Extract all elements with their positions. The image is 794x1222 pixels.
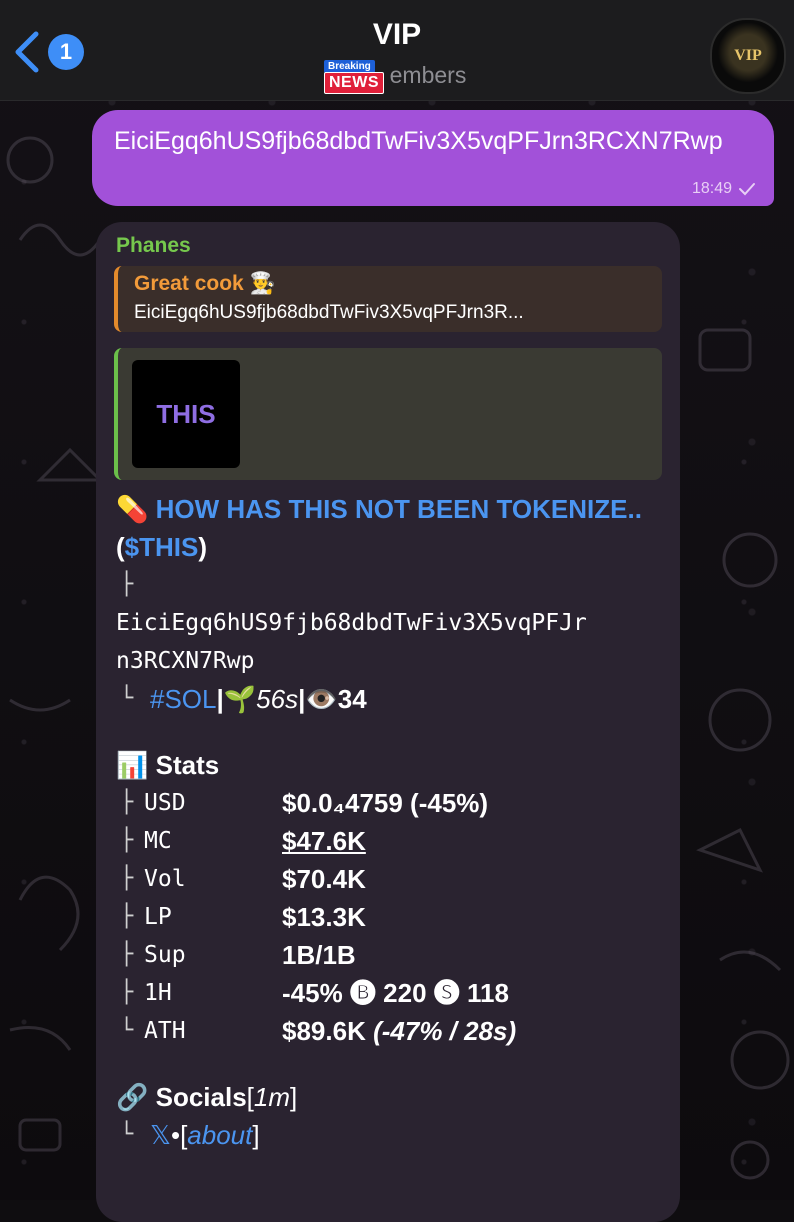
stats-header: 📊 Stats <box>116 746 666 784</box>
stat-value: -45% 🅑 220 🅢 118 <box>282 978 509 1008</box>
about-link[interactable]: about <box>187 1116 252 1154</box>
stat-value: $13.3K <box>282 902 366 932</box>
message-meta: 18:49 <box>692 180 756 198</box>
headline-block: 💊 HOW HAS THIS NOT BEEN TOKENIZE.. ($THI… <box>116 494 642 562</box>
news-badge-bottom: NEWS <box>324 72 384 94</box>
address-tree-row: ├ <box>116 566 666 604</box>
reply-text: EiciEgq6hUS9fjb68dbdTwFiv3X5vqPFJrn3R... <box>134 302 524 323</box>
ath-extra: (-47% / 28s) <box>373 1016 517 1046</box>
incoming-message[interactable]: Phanes Great cook 👨‍🍳 EiciEgq6hUS9fjb68d… <box>96 222 680 1222</box>
chat-header: 1 VIP embers Breaking NEWS VIP <box>0 0 794 101</box>
stat-row: ├ LP $13.3K <box>116 898 666 936</box>
breaking-news-sticker: Breaking NEWS <box>324 60 384 94</box>
tree-branch: ├ <box>120 572 134 597</box>
reply-author: Great cook 👨‍🍳 <box>134 272 276 295</box>
sender-name[interactable]: Phanes <box>116 234 191 258</box>
chat-subtitle: embers <box>0 62 794 89</box>
avatar-text: VIP <box>734 47 762 64</box>
stat-label: USD <box>144 790 186 816</box>
stat-value: $0.0₄4759 (-45%) <box>282 788 489 818</box>
stat-value: $89.6K <box>282 1016 366 1046</box>
link-preview[interactable]: THIS <box>114 348 662 480</box>
ticker-link[interactable]: $THIS <box>125 532 199 562</box>
stat-row: └ ATH $89.6K (-47% / 28s) <box>116 1012 666 1050</box>
stat-label: MC <box>144 828 172 854</box>
member-count-text: embers <box>389 62 467 88</box>
chart-icon: 📊 <box>116 750 149 780</box>
stat-row: ├ USD $0.0₄4759 (-45%) <box>116 784 666 822</box>
token-age: 56s <box>256 684 299 714</box>
preview-thumbnail: THIS <box>132 360 240 468</box>
eye-icon: 👁️ <box>305 684 338 714</box>
headline-link[interactable]: HOW HAS THIS NOT BEEN TOKENIZE.. <box>156 494 642 524</box>
stats-title: Stats <box>155 750 220 780</box>
outgoing-message[interactable]: EiciEgq6hUS9fjb68dbdTwFiv3X5vqPFJrn3RCXN… <box>92 110 774 206</box>
view-count: 34 <box>337 684 367 714</box>
message-body: 💊 HOW HAS THIS NOT BEEN TOKENIZE.. ($THI… <box>116 490 666 1154</box>
stat-row: ├ 1H -45% 🅑 220 🅢 118 <box>116 974 666 1012</box>
stat-label: Sup <box>144 942 186 968</box>
avatar[interactable]: VIP <box>710 18 786 94</box>
chat-title[interactable]: VIP <box>0 18 794 52</box>
sprout-icon: 🌱 <box>223 684 257 714</box>
stat-label: 1H <box>144 980 172 1006</box>
stat-label: Vol <box>144 866 186 892</box>
outgoing-message-text: EiciEgq6hUS9fjb68dbdTwFiv3X5vqPFJrn3RCXN… <box>114 127 723 155</box>
stat-label: LP <box>144 904 172 930</box>
stat-value: 1B/1B <box>282 940 356 970</box>
link-icon: 🔗 <box>116 1082 149 1112</box>
pill-icon: 💊 <box>116 494 149 524</box>
thumbnail-text: THIS <box>156 398 216 429</box>
stat-value: $70.4K <box>282 864 366 894</box>
socials-time: 1m <box>253 1082 291 1112</box>
stat-label: ATH <box>144 1018 186 1044</box>
market-cap-link[interactable]: $47.6K <box>282 822 366 860</box>
message-time: 18:49 <box>691 180 732 197</box>
checkmark-icon <box>739 183 755 196</box>
socials-row: └ 𝕏 • [about] <box>116 1116 666 1154</box>
socials-title: Socials <box>155 1082 247 1112</box>
x-icon[interactable]: 𝕏 <box>150 1116 171 1154</box>
chain-row: └ #SOL | 🌱 56s | 👁️ 34 <box>116 680 666 718</box>
chain-hashtag[interactable]: #SOL <box>150 680 217 718</box>
stat-row: ├ Sup 1B/1B <box>116 936 666 974</box>
contract-address[interactable]: EiciEgq6hUS9fjb68dbdTwFiv3X5vqPFJr n3RCX… <box>116 604 666 680</box>
reply-quote[interactable]: Great cook 👨‍🍳 EiciEgq6hUS9fjb68dbdTwFiv… <box>114 266 662 332</box>
stat-row: ├ Vol $70.4K <box>116 860 666 898</box>
stat-row: ├ MC $47.6K <box>116 822 666 860</box>
socials-header: 🔗 Socials [1m] <box>116 1078 666 1116</box>
